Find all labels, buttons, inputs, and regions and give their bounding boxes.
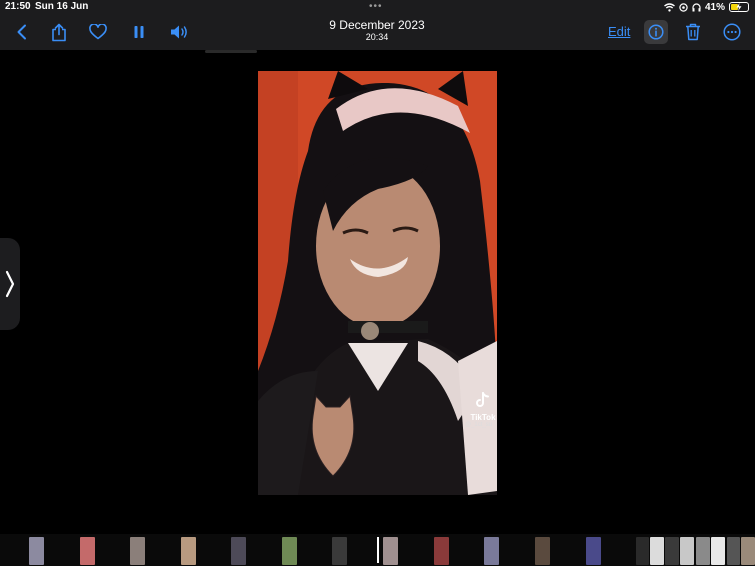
- thumbnail[interactable]: [332, 537, 347, 565]
- volume-icon: [171, 25, 187, 39]
- battery-charging-icon: [729, 2, 749, 12]
- thumbnail[interactable]: [434, 537, 449, 565]
- thumbnail[interactable]: [80, 537, 95, 565]
- share-icon: [52, 23, 66, 41]
- sidebar-toggle-button[interactable]: [0, 238, 20, 330]
- battery-percent: 41%: [704, 1, 725, 13]
- filmstrip-current-indicator: [377, 537, 379, 563]
- thumbnail[interactable]: [29, 537, 44, 565]
- pause-icon: [134, 26, 144, 38]
- chevron-right-icon: [5, 270, 15, 298]
- favorite-heart-icon: [89, 24, 107, 40]
- status-date: Sun 16 Jun: [35, 1, 89, 12]
- tiktok-username: @_1ct_su: [465, 422, 493, 428]
- thumbnail[interactable]: [680, 537, 694, 565]
- edit-button[interactable]: Edit: [608, 24, 630, 39]
- headphones-icon: [692, 2, 701, 11]
- share-button[interactable]: [47, 20, 71, 44]
- info-button[interactable]: [644, 20, 668, 44]
- thumbnail[interactable]: [665, 537, 679, 565]
- thumbnail[interactable]: [650, 537, 664, 565]
- thumbnail[interactable]: [282, 537, 297, 565]
- thumbnail[interactable]: [696, 537, 710, 565]
- photo-time: 20:34: [365, 32, 389, 42]
- video-frame[interactable]: [258, 71, 497, 495]
- back-icon: [17, 24, 26, 40]
- back-button[interactable]: [10, 20, 34, 44]
- sheet-grabber[interactable]: [205, 50, 257, 53]
- thumbnail[interactable]: [586, 537, 601, 565]
- info-icon: [648, 24, 664, 40]
- thumbnail[interactable]: [231, 537, 246, 565]
- delete-button[interactable]: [681, 20, 705, 44]
- wifi-icon: [664, 2, 675, 12]
- trash-icon: [686, 23, 700, 41]
- video-frame-image: [258, 71, 497, 495]
- tiktok-watermark: TikTok @_1ct_su: [463, 392, 503, 428]
- photo-toolbar: 9 December 2023 20:34 Edit: [0, 14, 755, 50]
- thumbnail[interactable]: [636, 537, 649, 565]
- photo-date: 9 December 2023: [329, 18, 425, 32]
- thumbnail[interactable]: [727, 537, 740, 565]
- pause-button[interactable]: [127, 20, 151, 44]
- thumbnail[interactable]: [130, 537, 145, 565]
- more-button[interactable]: [720, 20, 744, 44]
- tiktok-logo-icon: [476, 392, 489, 407]
- thumbnail[interactable]: [383, 537, 398, 565]
- photo-date-title: 9 December 2023 20:34: [277, 18, 477, 43]
- tiktok-brand-label: TikTok: [470, 413, 496, 422]
- thumbnail[interactable]: [535, 537, 550, 565]
- status-time: 21:50: [5, 1, 31, 12]
- volume-button[interactable]: [168, 20, 192, 44]
- status-bar: 21:50 Sun 16 Jun ••• 41%: [0, 0, 755, 14]
- favorite-button[interactable]: [86, 20, 110, 44]
- multitasking-dots-icon[interactable]: •••: [369, 1, 383, 12]
- thumbnail[interactable]: [484, 537, 499, 565]
- thumbnail[interactable]: [741, 537, 755, 565]
- status-indicators: 41%: [664, 1, 749, 13]
- location-icon: [679, 2, 688, 12]
- thumbnail[interactable]: [711, 537, 725, 565]
- thumbnail[interactable]: [181, 537, 196, 565]
- more-icon: [723, 23, 741, 41]
